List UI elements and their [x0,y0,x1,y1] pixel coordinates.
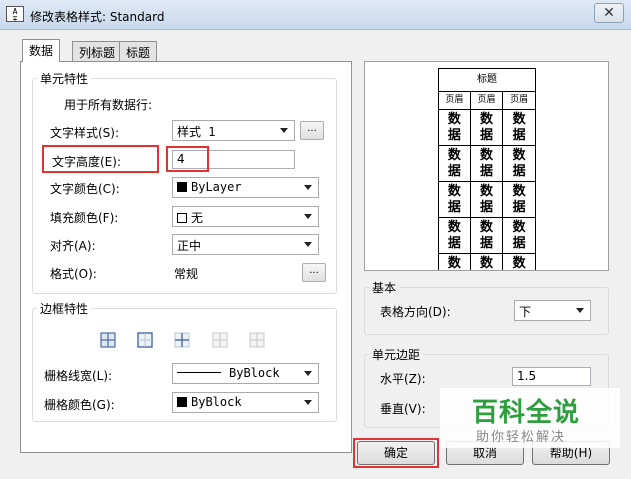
applies-to-label: 用于所有数据行: [64,98,153,112]
preview-data-cell: 数 据 [503,218,536,254]
preview-data-cell: 数 据 [503,254,536,270]
all-borders-icon[interactable] [98,331,118,349]
cell-margins-legend: 单元边距 [372,348,421,362]
preview-data-row: 数 据 数 据 数 据 [438,218,536,254]
fill-color-select[interactable]: 无 [172,206,319,227]
vertical-margin-label: 垂直(V): [380,402,426,416]
horizontal-margin-input[interactable]: 1.5 [512,367,591,386]
line-sample-icon [177,372,221,373]
color-swatch [177,182,187,192]
fill-color-value: 无 [191,211,204,225]
lineweight-select[interactable]: ByBlock [172,363,319,384]
preview-data-row: 数 据 数 据 数 据 [438,254,536,270]
direction-label: 表格方向(D): [380,305,451,319]
preview-header-cell: 页眉 [503,92,536,110]
close-button[interactable]: ✕ [594,3,624,23]
title-bar: A ∓ 修改表格样式: Standard ✕ [0,0,631,30]
grid-color-select[interactable]: ByBlock [172,392,319,413]
preview-title: 标题 [438,68,536,92]
preview-data-row: 数 据 数 据 数 据 [438,182,536,218]
no-borders-icon[interactable] [210,331,230,349]
chevron-down-icon [304,371,312,376]
preview-data-cell: 数 据 [471,254,504,270]
watermark: 百科全说 助你轻松解决 [440,388,620,448]
align-label: 对齐(A): [50,239,96,253]
outside-borders-icon[interactable] [135,331,155,349]
color-swatch [177,213,187,223]
grid-color-label: 栅格颜色(G): [44,398,115,412]
preview-data-cell: 数 据 [503,110,536,146]
color-swatch [177,397,187,407]
fill-color-label: 填充颜色(F): [50,211,119,225]
text-color-select[interactable]: ByLayer [172,177,319,198]
preview-data-cell: 数 据 [503,182,536,218]
highlight-text-height-input [166,146,209,172]
preview-data-cell: 数 据 [470,218,504,254]
text-style-select[interactable]: 样式 1 [172,120,295,141]
preview-data-cell: 数 据 [470,110,504,146]
text-color-value: ByLayer [191,180,242,194]
border-properties-legend: 边框特性 [40,302,89,316]
window-title: 修改表格样式: Standard [30,10,165,24]
basic-legend: 基本 [372,281,397,295]
preview-data-cell: 数 据 [503,146,536,182]
chevron-down-icon [304,185,312,190]
tab-data[interactable]: 数据 [22,39,61,62]
align-select[interactable]: 正中 [172,234,319,255]
preview-header-cell: 页眉 [438,92,471,110]
format-browse-button[interactable]: ... [302,263,326,282]
text-style-browse-button[interactable]: ... [300,121,324,140]
preview-data-cell: 数 据 [438,182,471,218]
format-label: 格式(O): [50,267,97,281]
preview-data-cell: 数 据 [438,254,471,270]
highlight-ok-button [353,438,439,468]
chevron-down-icon [304,214,312,219]
preview-data-row: 数 据 数 据 数 据 [438,146,536,182]
align-value: 正中 [177,239,202,253]
chevron-down-icon [304,400,312,405]
chevron-down-icon [280,128,288,133]
preview-data-row: 数 据 数 据 数 据 [438,110,536,146]
lineweight-label: 栅格线宽(L): [44,369,113,383]
bottom-border-icon[interactable] [247,331,267,349]
app-icon: A ∓ [6,6,24,23]
tab-title[interactable]: 标题 [119,41,158,61]
watermark-title: 百科全说 [472,398,581,428]
preview-header-cell: 页眉 [470,92,504,110]
grid-color-value: ByBlock [191,395,242,409]
highlight-text-height-label [42,145,159,173]
cell-properties-legend: 单元特性 [40,72,89,86]
text-color-label: 文字颜色(C): [50,182,120,196]
chevron-down-icon [304,242,312,247]
watermark-subtitle: 助你轻松解决 [476,430,567,445]
preview-data-cell: 数 据 [470,146,504,182]
text-style-value: 样式 1 [177,125,216,139]
inside-borders-icon[interactable] [172,331,192,349]
table-preview: 标题 页眉 页眉 页眉 数 据 数 据 数 据 数 据 数 据 数 据 数 据 … [364,61,609,271]
format-value: 常规 [174,267,199,281]
text-style-label: 文字样式(S): [50,126,120,140]
lineweight-value: ByBlock [229,366,280,380]
preview-header-row: 页眉 页眉 页眉 [438,92,536,110]
horizontal-margin-label: 水平(Z): [380,372,426,386]
preview-data-cell: 数 据 [438,146,471,182]
direction-select[interactable]: 下 [514,300,591,321]
preview-data-cell: 数 据 [438,218,471,254]
chevron-down-icon [576,308,584,313]
direction-value: 下 [519,305,532,319]
preview-data-cell: 数 据 [438,110,471,146]
tab-column-header[interactable]: 列标题 [72,41,123,61]
preview-table: 标题 页眉 页眉 页眉 数 据 数 据 数 据 数 据 数 据 数 据 数 据 … [438,68,536,270]
preview-data-cell: 数 据 [470,182,504,218]
